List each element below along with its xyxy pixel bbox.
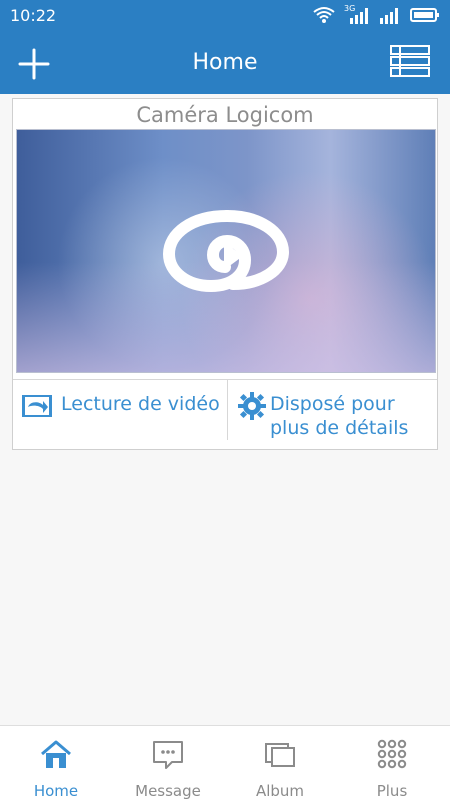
page-title: Home xyxy=(192,50,258,75)
signal-icon xyxy=(380,8,398,24)
message-icon xyxy=(153,741,183,769)
gear-icon xyxy=(238,392,266,420)
camera-settings-label: Disposé pour plus de détails xyxy=(270,393,409,439)
grid-icon xyxy=(377,739,407,769)
nav-album-label: Album xyxy=(255,782,305,800)
battery-icon xyxy=(410,8,439,22)
camera-settings-button[interactable]: Disposé pour plus de détails xyxy=(227,380,437,440)
status-time: 10:22 xyxy=(10,6,57,25)
nav-plus-label: Plus xyxy=(376,782,408,800)
camera-actions: Lecture de vidéo Disposé pour plus de dé… xyxy=(13,379,437,449)
nav-message-label: Message xyxy=(135,782,201,800)
bottom-navigation: Home Message Album Plus xyxy=(0,725,450,800)
status-icons: 3G xyxy=(312,4,440,24)
play-live-icon[interactable] xyxy=(163,210,291,292)
wifi-icon xyxy=(313,7,335,23)
list-view-button[interactable] xyxy=(390,44,430,78)
cellular-3g-icon: 3G xyxy=(344,4,370,24)
video-playback-icon xyxy=(22,395,52,417)
nav-home-label: Home xyxy=(33,782,79,800)
list-view-icon xyxy=(390,45,430,77)
home-icon xyxy=(41,740,71,768)
status-bar: 10:22 3G xyxy=(0,0,450,32)
app-bar: Home xyxy=(0,32,450,94)
camera-preview[interactable] xyxy=(16,129,436,373)
album-icon xyxy=(265,743,295,767)
camera-card: Caméra Logicom Lecture de vidéo Disposé … xyxy=(12,98,438,450)
camera-name: Caméra Logicom xyxy=(136,103,314,127)
video-playback-label: Lecture de vidéo xyxy=(61,393,220,415)
